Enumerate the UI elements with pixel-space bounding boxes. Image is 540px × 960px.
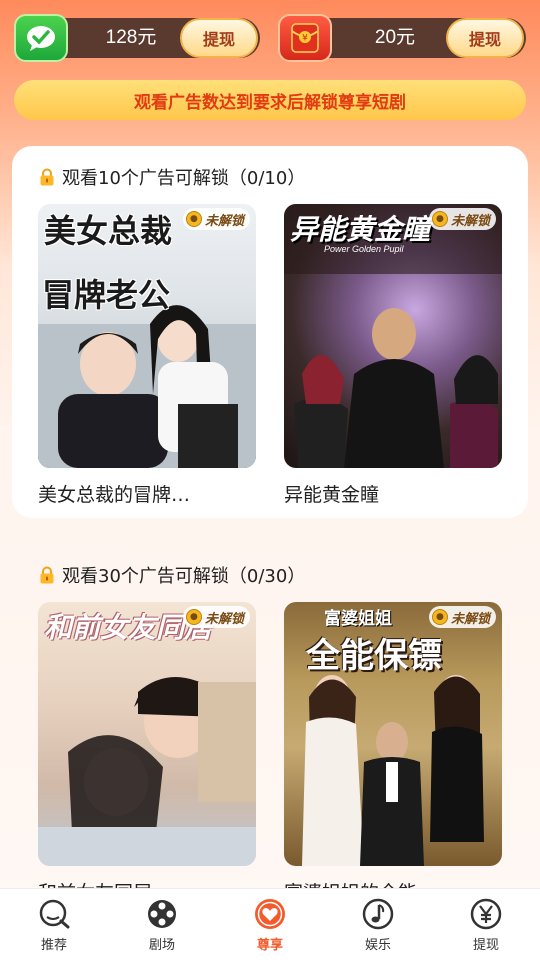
coin-icon: ● — [185, 609, 202, 625]
tab-label: 提现 — [472, 938, 499, 953]
drama-title[interactable]: 美女总裁的冒牌… — [38, 480, 256, 507]
tab-label: 剧场 — [148, 938, 175, 953]
music-note-icon — [362, 898, 394, 930]
section-title: 观看30个广告可解锁（0/30） — [38, 562, 305, 588]
cash-amount: 128元 — [105, 27, 157, 48]
poster-text: 异能黄金瞳 — [290, 213, 431, 246]
cash-balance-pill: 128元 提现 — [14, 14, 260, 62]
locked-badge: ● 未解锁 — [182, 606, 250, 628]
svg-text:¥: ¥ — [302, 34, 308, 44]
section-title: 观看10个广告可解锁（0/10） — [38, 164, 305, 190]
unlock-section-30: 观看30个广告可解锁（0/30） 和前女友同居 ●未解锁 和前女友同居 — [12, 546, 528, 904]
tab-label: 娱乐 — [364, 938, 391, 953]
section-title-text: 观看10个广告可解锁（0/10） — [62, 168, 306, 189]
poster-subtext: Power Golden Pupil — [324, 244, 404, 254]
film-reel-icon — [148, 900, 176, 928]
tab-withdraw[interactable]: 提现 — [432, 889, 540, 960]
drama-title[interactable]: 异能黄金瞳 — [284, 480, 502, 507]
heart-badge-icon — [255, 899, 285, 929]
redpacket-balance-pill: ¥ 20元 提现 — [278, 14, 526, 62]
wallet-row: 128元 提现 ¥ 20元 提现 — [14, 14, 526, 62]
tab-recommend[interactable]: 推荐 — [0, 889, 108, 960]
lock-icon — [40, 566, 54, 584]
poster-image[interactable]: 异能黄金瞳 Power Golden Pupil ● 未解锁 — [284, 204, 502, 468]
poster-image[interactable]: 美女总裁 冒牌老公 ● 未解锁 — [38, 204, 256, 468]
locked-badge: ● 未解锁 — [428, 606, 496, 628]
unlock-section-10: 观看10个广告可解锁（0/10） 美女总裁 冒牌老公 ● 未解锁 美女总裁的冒牌… — [12, 146, 528, 518]
poster-text: 富婆姐姐 — [324, 609, 392, 629]
tab-theater[interactable]: 剧场 — [108, 889, 216, 960]
poster-text: 美女总裁 — [44, 212, 173, 250]
section-title-text: 观看30个广告可解锁（0/30） — [62, 566, 306, 587]
poster-text: 全能保镖 — [306, 636, 442, 676]
tab-label: 尊享 — [256, 938, 283, 953]
cash-withdraw-button[interactable]: 提现 — [180, 18, 258, 58]
coin-icon: ● — [431, 609, 448, 625]
poster-image[interactable]: 和前女友同居 ● 未解锁 — [38, 602, 256, 866]
locked-badge: ● 未解锁 — [428, 208, 496, 230]
red-packet-icon: ¥ — [278, 14, 332, 62]
bottom-tab-bar: 推荐 剧场 尊享 娱乐 提现 — [0, 888, 540, 960]
lock-icon — [40, 168, 54, 186]
unlock-banner: 观看广告数达到要求后解锁尊享短剧 — [14, 80, 526, 120]
redpacket-amount: 20元 — [374, 27, 416, 48]
redpacket-withdraw-button[interactable]: 提现 — [446, 18, 524, 58]
tab-premium[interactable]: 尊享 — [216, 889, 324, 960]
coin-icon: ● — [185, 211, 202, 227]
poster-text: 冒牌老公 — [42, 276, 171, 314]
yen-coin-icon — [470, 898, 502, 930]
tab-label: 推荐 — [40, 938, 67, 953]
tab-entertainment[interactable]: 娱乐 — [324, 889, 432, 960]
search-icon — [39, 899, 70, 929]
poster-image[interactable]: 富婆姐姐 全能保镖 ● 未解锁 — [284, 602, 502, 866]
locked-badge: ● 未解锁 — [182, 208, 250, 230]
coin-icon: ● — [431, 211, 448, 227]
wechat-icon — [14, 14, 68, 62]
